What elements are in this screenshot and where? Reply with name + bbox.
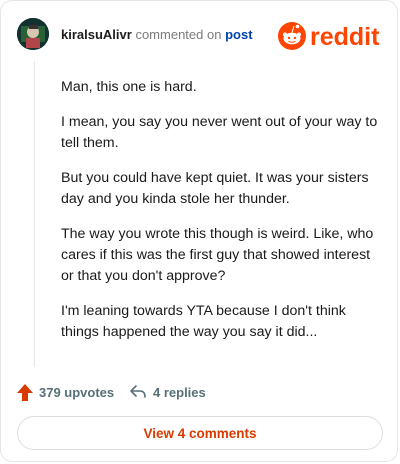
reply-arrow-icon — [130, 385, 146, 398]
username-link[interactable]: kiralsuAlivr — [61, 27, 132, 42]
comment-paragraph: I'm leaning towards YTA because I don't … — [61, 303, 346, 340]
comment-header: kiralsuAlivr commented on post reddit — [17, 18, 381, 52]
upvote-button[interactable]: 379 upvotes — [17, 380, 114, 404]
view-comments-button[interactable]: View 4 comments — [17, 416, 383, 450]
comment-paragraph: Man, this one is hard. — [61, 79, 197, 95]
reply-button[interactable]: 4 replies — [129, 380, 206, 404]
user-avatar[interactable] — [17, 18, 49, 50]
avatar-image — [17, 18, 49, 50]
comment-body: Man, this one is hard. I mean, you say y… — [61, 77, 379, 357]
post-link[interactable]: post — [225, 27, 252, 42]
thread-line — [34, 61, 35, 367]
comment-paragraph: The way you wrote this though is weird. … — [61, 226, 374, 284]
upvote-count: 379 upvotes — [39, 384, 115, 400]
action-text: commented on — [135, 27, 222, 42]
comment-paragraph: I mean, you say you never went out of yo… — [61, 114, 378, 151]
reply-count: 4 replies — [153, 384, 206, 400]
comment-meta: kiralsuAlivr commented on post — [61, 27, 253, 42]
reddit-logo[interactable]: reddit — [277, 19, 381, 53]
comment-paragraph: But you could have kept quiet. It was yo… — [61, 170, 369, 207]
comment-card: kiralsuAlivr commented on post reddit Ma… — [0, 0, 398, 462]
reddit-snoo-icon — [278, 22, 306, 50]
upvote-arrow-icon — [17, 383, 33, 401]
svg-text:reddit: reddit — [310, 23, 380, 51]
